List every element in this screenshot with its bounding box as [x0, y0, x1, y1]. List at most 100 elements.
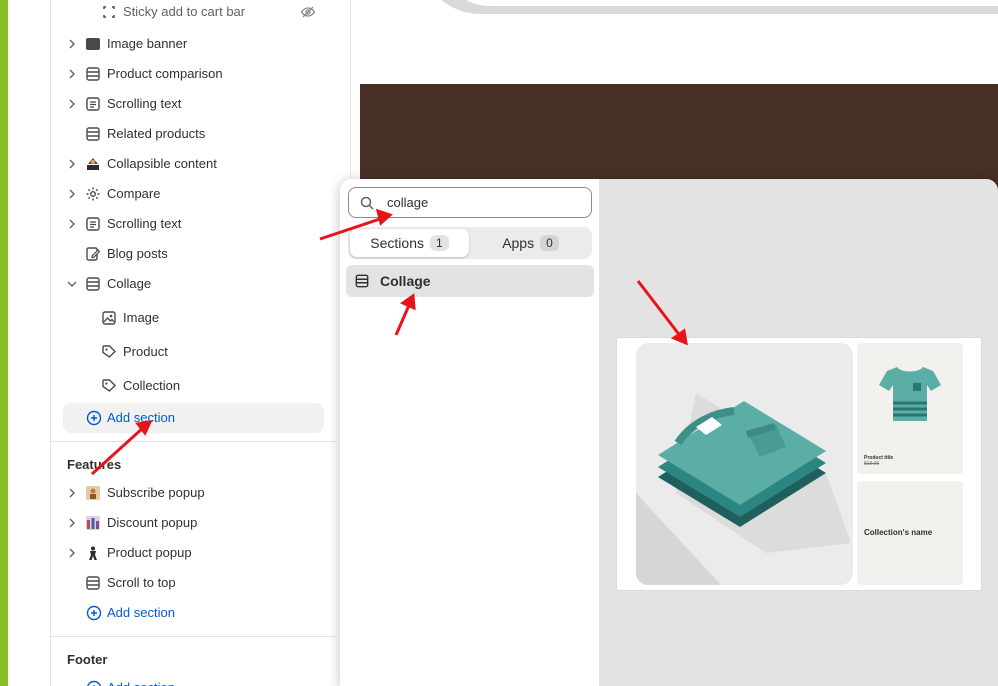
section-search-input[interactable]: collage — [348, 187, 592, 218]
search-input-value: collage — [387, 195, 429, 210]
collage-preview-card: Product title $19.99 Collection's name — [616, 337, 982, 591]
sidebar-item-product-comparison[interactable]: Product comparison — [51, 59, 341, 89]
block-item-image[interactable]: Image — [51, 303, 341, 333]
chevron-right-icon[interactable] — [66, 487, 78, 499]
preview-collection-name: Collection's name — [864, 528, 933, 537]
section-icon — [86, 67, 100, 81]
add-section-label: Add section — [107, 680, 175, 686]
sidebar-item-sticky-add-to-cart[interactable]: Sticky add to cart bar — [51, 0, 341, 27]
sidebar-item-image-banner[interactable]: Image banner — [51, 29, 341, 59]
sidebar-item-label: Related products — [107, 126, 206, 141]
sidebar-item-compare[interactable]: Compare — [51, 179, 341, 209]
sidebar-item-label: Image banner — [107, 36, 188, 51]
block-item-label: Product — [123, 344, 168, 359]
sidebar-item-label: Compare — [107, 186, 161, 201]
sidebar-item-related-products[interactable]: Related products — [51, 119, 341, 149]
search-icon — [360, 196, 374, 210]
preview-collection-tile: Collection's name — [857, 481, 963, 585]
folded-shirts-illustration — [636, 393, 851, 585]
block-item-product[interactable]: Product — [51, 337, 341, 367]
group-divider — [51, 441, 336, 442]
tag-icon — [102, 345, 116, 358]
image-banner-icon — [86, 38, 100, 50]
sidebar-item-label: Collapsible content — [107, 156, 217, 171]
add-section-picker: collage Sections 1 Apps 0 Collage Produc… — [340, 179, 998, 686]
plus-circle-icon — [86, 410, 102, 426]
sidebar-item-label: Blog posts — [107, 246, 168, 261]
chevron-right-icon[interactable] — [66, 188, 78, 200]
preview-product-price: $19.99 — [864, 461, 880, 467]
plus-circle-icon — [86, 605, 102, 621]
sidebar-item-discount-popup[interactable]: Discount popup — [51, 508, 341, 538]
tab-label: Apps — [502, 235, 535, 251]
tab-sections[interactable]: Sections 1 — [350, 229, 469, 257]
text-icon — [86, 97, 100, 111]
chevron-right-icon[interactable] — [66, 547, 78, 559]
add-section-button[interactable]: Add section — [63, 676, 324, 686]
tag-icon — [102, 379, 116, 392]
sidebar-item-label: Discount popup — [107, 515, 198, 530]
add-section-label: Add section — [107, 410, 175, 425]
sidebar-item-label: Scrolling text — [107, 96, 182, 111]
section-icon — [86, 576, 100, 590]
sidebar-item-collage[interactable]: Collage — [51, 269, 341, 299]
left-rail — [8, 0, 51, 686]
gear-icon — [86, 187, 100, 201]
sidebar-item-label: Collage — [107, 276, 152, 291]
tab-count-badge: 1 — [430, 235, 449, 251]
preview-image-tile — [636, 343, 853, 585]
footer-group-title: Footer — [67, 652, 108, 667]
add-section-button[interactable]: Add section — [63, 403, 324, 433]
edit-icon — [86, 247, 101, 261]
features-group-title: Features — [67, 457, 122, 472]
sidebar-item-label: Scroll to top — [107, 575, 176, 590]
chevron-right-icon[interactable] — [66, 158, 78, 170]
sidebar-item-label: Product comparison — [107, 66, 223, 81]
chevron-right-icon[interactable] — [66, 98, 78, 110]
tshirt-illustration — [879, 367, 941, 421]
section-icon — [86, 277, 100, 291]
chevron-right-icon[interactable] — [66, 68, 78, 80]
sidebar-item-scrolling-text[interactable]: Scrolling text — [51, 89, 341, 119]
app-thumbnail-icon — [86, 486, 100, 500]
chevron-right-icon[interactable] — [66, 517, 78, 529]
sidebar-item-label: Subscribe popup — [107, 485, 205, 500]
app-thumbnail-icon — [89, 546, 97, 560]
block-item-label: Image — [123, 310, 160, 325]
left-accent-bar — [0, 0, 8, 686]
picker-tabs: Sections 1 Apps 0 — [348, 227, 592, 259]
theme-sections-sidebar: Sticky add to cart bar Image banner Prod… — [51, 0, 351, 686]
tab-label: Sections — [370, 235, 424, 251]
sticky-bar-icon — [103, 6, 115, 18]
sidebar-item-product-popup[interactable]: Product popup — [51, 538, 341, 568]
picker-list-pane: collage Sections 1 Apps 0 Collage — [340, 179, 600, 686]
sidebar-item-scroll-to-top[interactable]: Scroll to top — [51, 568, 341, 598]
chevron-right-icon[interactable] — [66, 218, 78, 230]
tab-apps[interactable]: Apps 0 — [471, 229, 590, 257]
block-item-label: Collection — [123, 378, 181, 393]
text-icon — [86, 217, 100, 231]
preview-product-tile: Product title $19.99 — [857, 343, 963, 474]
add-section-label: Add section — [107, 605, 175, 620]
sidebar-item-subscribe-popup[interactable]: Subscribe popup — [51, 478, 341, 508]
app-thumbnail-icon — [86, 516, 100, 530]
block-item-collection[interactable]: Collection — [51, 371, 341, 401]
plus-circle-icon — [87, 680, 101, 686]
picker-preview-pane: Product title $19.99 Collection's name — [600, 179, 998, 686]
sidebar-item-label: Sticky add to cart bar — [123, 4, 246, 19]
chevron-down-icon[interactable] — [66, 278, 78, 290]
group-divider — [51, 636, 336, 637]
add-section-button[interactable]: Add section — [63, 598, 324, 628]
result-label: Collage — [380, 273, 431, 289]
image-icon — [102, 311, 116, 325]
preview-decoration-inner — [436, 0, 998, 6]
chevron-right-icon[interactable] — [66, 38, 78, 50]
sidebar-item-scrolling-text-2[interactable]: Scrolling text — [51, 209, 341, 239]
sidebar-item-blog-posts[interactable]: Blog posts — [51, 239, 341, 269]
sidebar-item-label: Scrolling text — [107, 216, 182, 231]
eye-hidden-icon[interactable] — [300, 4, 316, 20]
sidebar-item-collapsible-content[interactable]: Collapsible content — [51, 149, 341, 179]
tab-count-badge: 0 — [540, 235, 559, 251]
section-icon — [355, 274, 369, 288]
search-result-collage[interactable]: Collage — [346, 265, 594, 297]
